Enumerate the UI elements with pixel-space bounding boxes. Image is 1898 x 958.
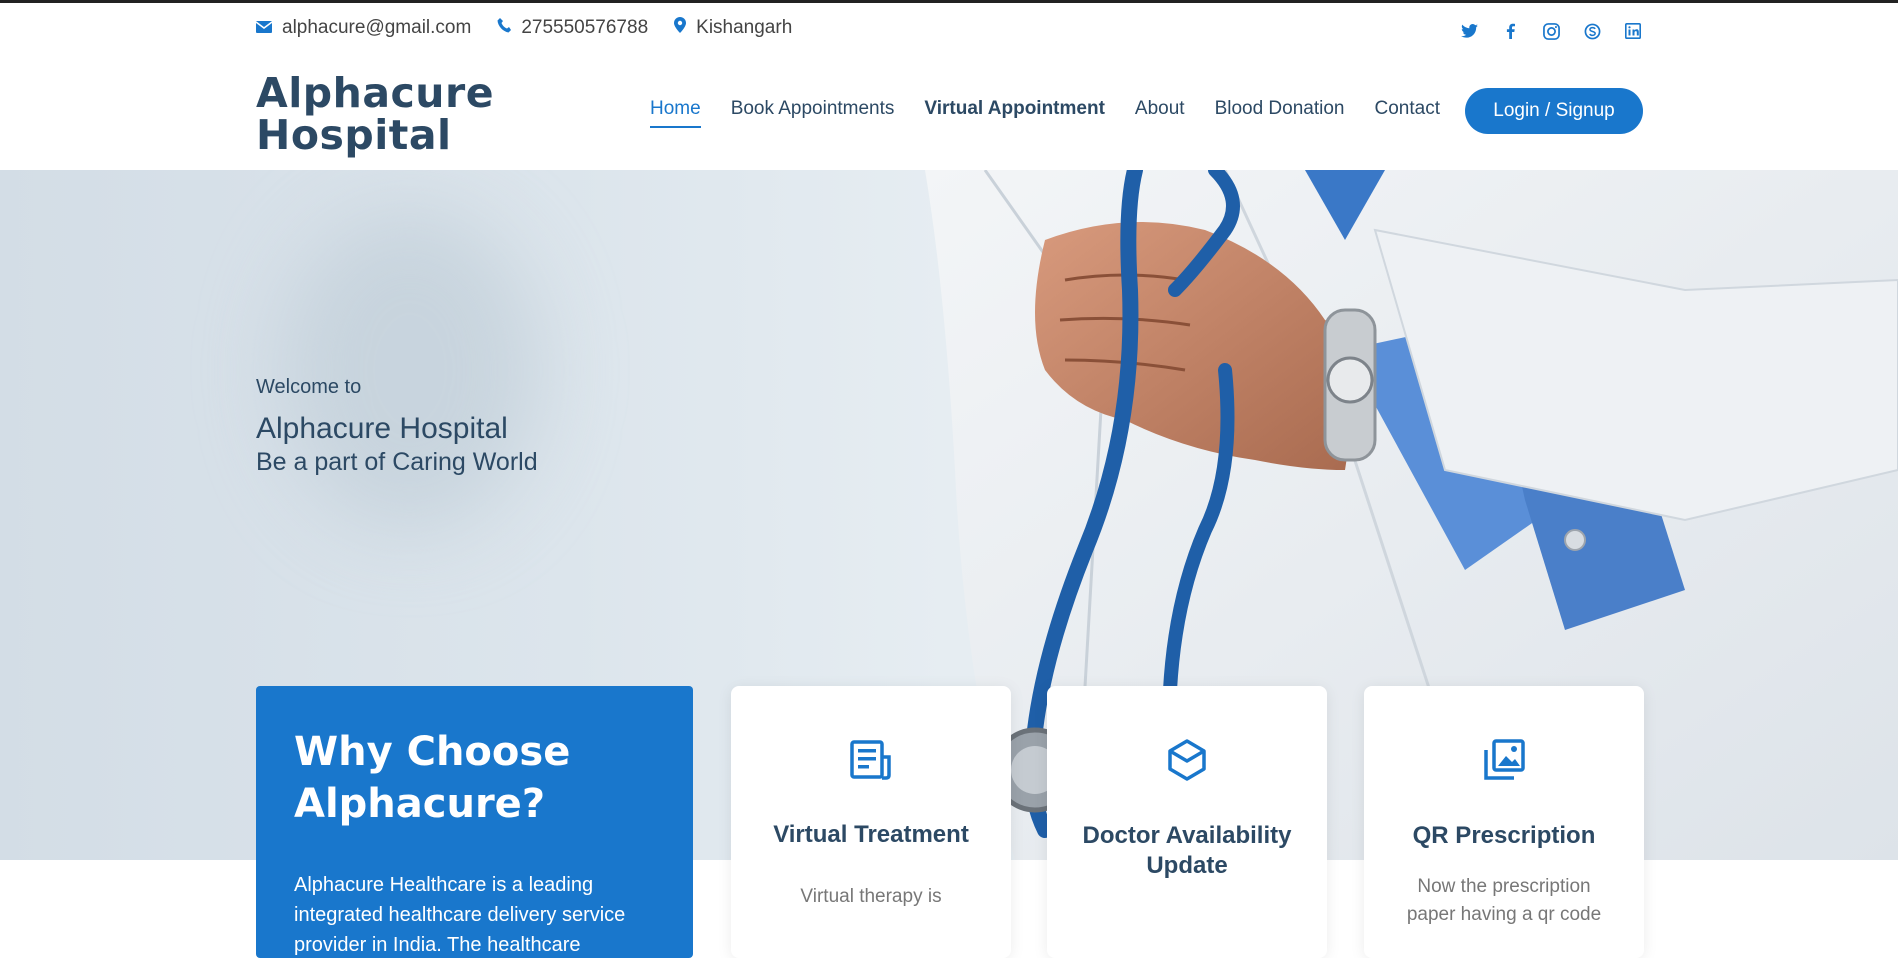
phone-text: 275550576788 [521,17,649,38]
nav-blood-donation[interactable]: Blood Donation [1215,98,1345,128]
nav-virtual-appointment[interactable]: Virtual Appointment [924,98,1105,128]
location-text: Kishangarh [696,17,793,38]
map-pin-icon [674,17,696,39]
hero-title: Alphacure Hospital [256,412,508,445]
facebook-icon[interactable] [1499,20,1521,42]
location-contact: Kishangarh [674,17,792,39]
contact-info: alphacure@gmail.com 275550576788 Kishang… [255,17,818,39]
envelope-icon [255,17,282,39]
why-choose-title: Why Choose Alphacure? [294,729,571,827]
top-bar: alphacure@gmail.com 275550576788 Kishang… [0,0,1898,54]
instagram-icon[interactable] [1540,20,1562,42]
nav-book-appointments[interactable]: Book Appointments [731,98,895,128]
feature-card-doctor-availability[interactable]: Doctor Availability Update [1047,686,1327,958]
why-choose-text: Alphacure Healthcare is a leading integr… [294,874,626,956]
email-contact[interactable]: alphacure@gmail.com [255,17,472,39]
hero-tagline: Be a part of Caring World [256,448,538,476]
social-links [1439,20,1644,42]
nav-home[interactable]: Home [650,98,701,128]
card-title: Virtual Treatment [773,821,969,848]
logo-line-2: Hospital [256,111,452,159]
document-icon [849,738,893,782]
cube-icon [1165,738,1209,782]
card-title: QR Prescription [1412,822,1596,849]
card-title: Doctor Availability Update [1082,822,1292,879]
card-text: Virtual therapy is [800,886,942,907]
phone-icon [497,17,521,39]
why-choose-card: Why Choose Alphacure? Alphacure Healthca… [256,686,693,958]
hero-welcome: Welcome to [256,376,362,398]
phone-contact[interactable]: 275550576788 [497,17,648,39]
site-header: Alphacure Hospital Home Book Appointment… [0,54,1898,170]
feature-card-virtual-treatment[interactable]: Virtual Treatment Virtual therapy is [731,686,1011,958]
email-text: alphacure@gmail.com [282,17,472,38]
hero-text: Welcome to Alphacure Hospital Be a part … [256,376,538,477]
nav-contact[interactable]: Contact [1375,98,1440,128]
image-gallery-icon [1482,738,1526,782]
skype-icon[interactable] [1581,20,1603,42]
logo-line-1: Alphacure [256,69,495,117]
nav-about[interactable]: About [1135,98,1185,128]
card-text: Now the prescription paper having a qr c… [1406,876,1602,925]
linkedin-icon[interactable] [1622,20,1644,42]
main-nav: Home Book Appointments Virtual Appointme… [650,98,1470,128]
twitter-icon[interactable] [1458,20,1480,42]
feature-card-qr-prescription[interactable]: QR Prescription Now the prescription pap… [1364,686,1644,958]
login-signup-button[interactable]: Login / Signup [1465,88,1643,134]
site-logo[interactable]: Alphacure Hospital [256,72,494,156]
